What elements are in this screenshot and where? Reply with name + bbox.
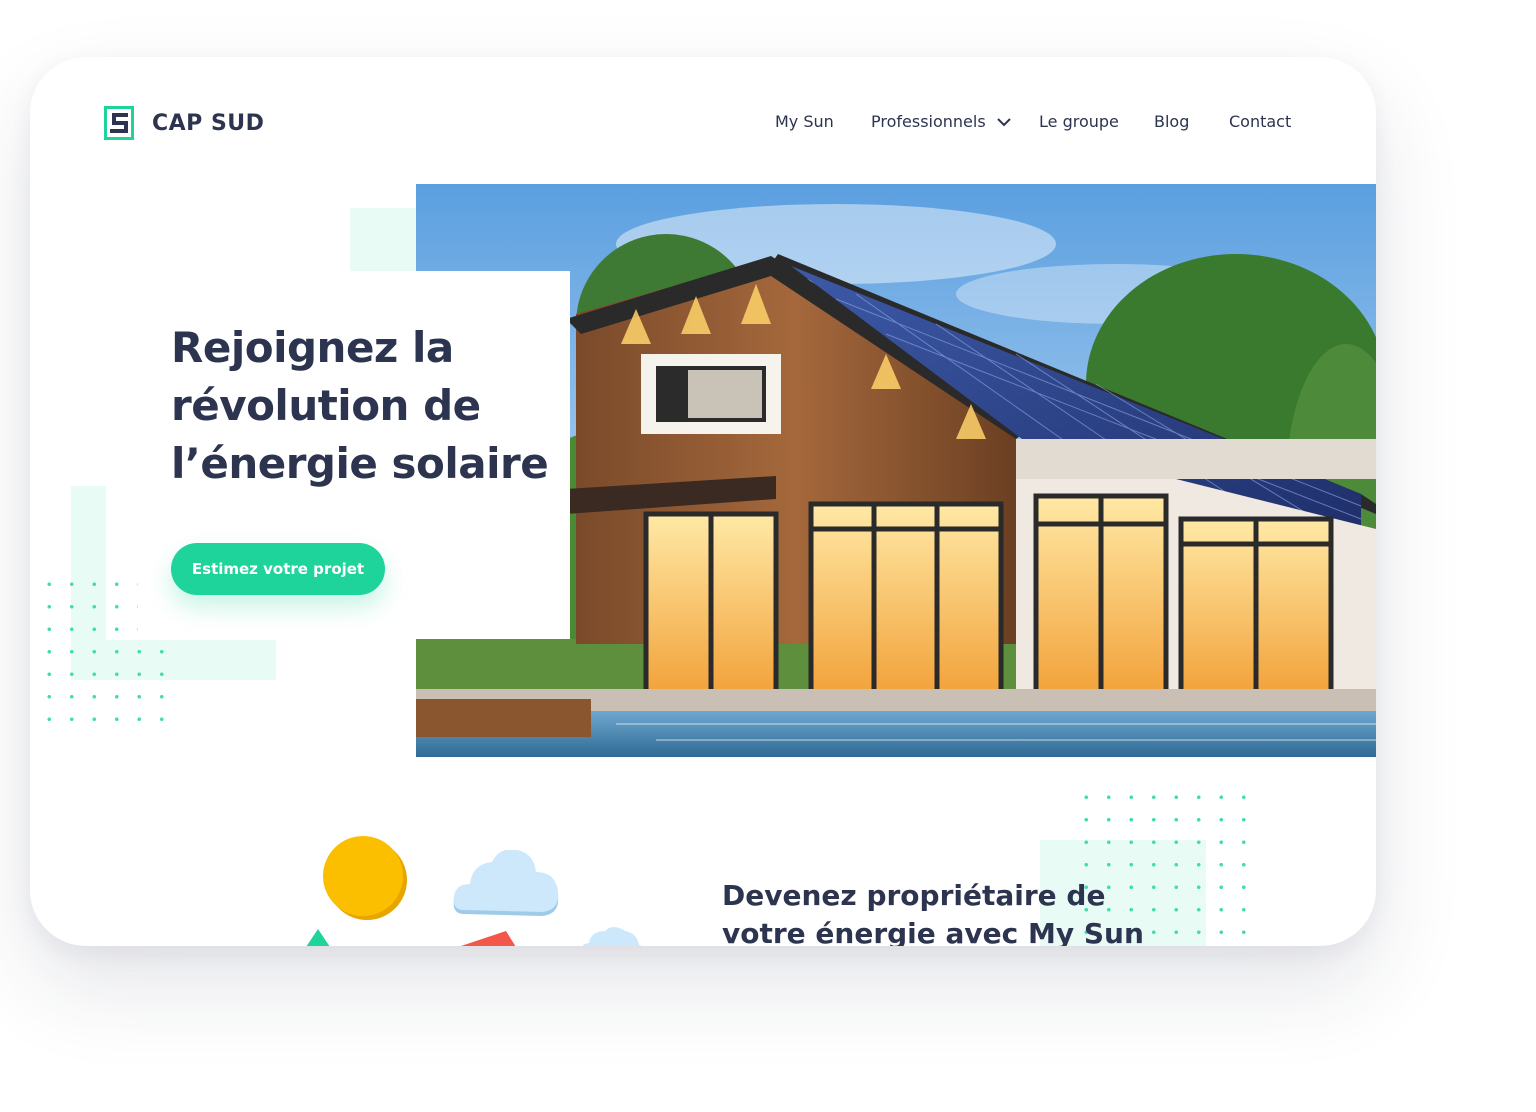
red-shape-icon xyxy=(461,931,516,946)
nav-item-my-sun[interactable]: My Sun xyxy=(775,112,834,131)
triangle-icon xyxy=(306,929,330,946)
nav-item-label: Professionnels xyxy=(871,112,986,131)
cloud-icon-small xyxy=(582,927,642,946)
browser-frame: CAP SUD My Sun Professionnels Le groupe … xyxy=(30,57,1376,946)
main-nav: My Sun Professionnels Le groupe Blog Con… xyxy=(30,112,1376,136)
nav-item-le-groupe[interactable]: Le groupe xyxy=(1039,112,1119,131)
sun-icon xyxy=(323,836,407,920)
section-title: Devenez propriétaire de votre énergie av… xyxy=(722,879,1144,946)
nav-item-professionnels[interactable]: Professionnels xyxy=(871,112,1011,131)
hero-title: Rejoignez la révolution de l’énergie sol… xyxy=(171,323,549,488)
nav-item-blog[interactable]: Blog xyxy=(1154,112,1189,131)
chevron-down-icon xyxy=(997,118,1011,127)
cloud-icon xyxy=(453,850,559,916)
mint-block-top xyxy=(350,208,416,272)
estimate-project-button[interactable]: Estimez votre projet xyxy=(171,543,385,595)
nav-item-contact[interactable]: Contact xyxy=(1229,112,1291,131)
